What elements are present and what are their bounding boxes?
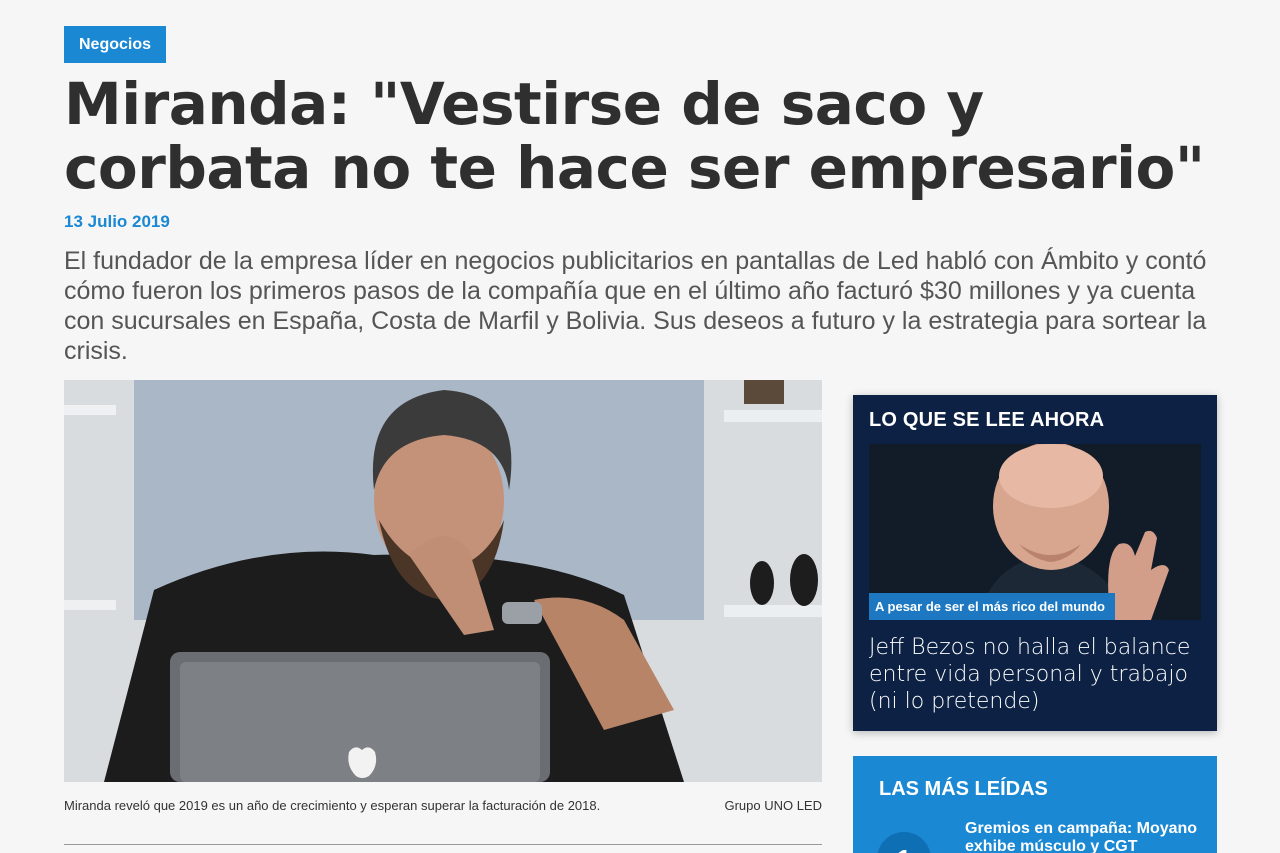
most-read-widget: LAS MÁS LEÍDAS 1 Gremios en campaña: Moy… xyxy=(853,756,1217,853)
trending-title: LO QUE SE LEE AHORA xyxy=(869,409,1105,431)
article-lead: El fundador de la empresa líder en negoc… xyxy=(64,247,1207,365)
category-tag[interactable]: Negocios xyxy=(64,26,167,63)
man-at-laptop-image xyxy=(64,380,822,782)
article-date: 13 Julio 2019 xyxy=(64,212,170,231)
photo-caption: Miranda reveló que 2019 es un año de cre… xyxy=(64,798,601,813)
trending-kicker: A pesar de ser el más rico del mundo xyxy=(869,593,1115,620)
trending-image-link[interactable]: A pesar de ser el más rico del mundo xyxy=(869,444,1201,620)
photo-credit: Grupo UNO LED xyxy=(724,798,822,813)
article-headline: Miranda: "Vestirse de saco y corbata no … xyxy=(64,70,1205,202)
article-photo xyxy=(64,380,822,782)
divider xyxy=(64,844,822,845)
rank-number: 1 xyxy=(877,832,931,853)
trending-widget: LO QUE SE LEE AHORA A pesar de ser el má… xyxy=(853,395,1217,731)
most-read-title: LAS MÁS LEÍDAS xyxy=(879,778,1048,800)
trending-headline-link[interactable]: Jeff Bezos no halla el balance entre vid… xyxy=(869,634,1201,715)
most-read-item-link[interactable]: Gremios en campaña: Moyano exhibe múscul… xyxy=(965,820,1205,853)
